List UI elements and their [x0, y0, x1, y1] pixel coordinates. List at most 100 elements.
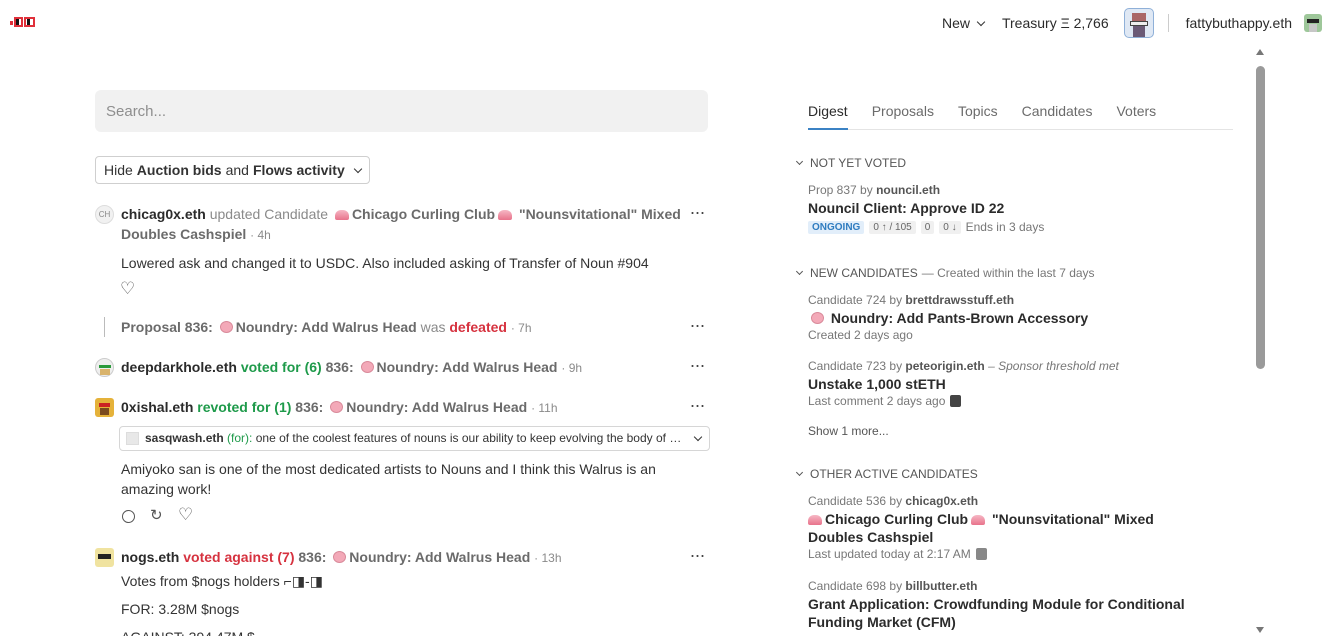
brain-icon — [330, 401, 344, 413]
tab-proposals[interactable]: Proposals — [872, 103, 934, 130]
comment-body: Lowered ask and changed it to USDC. Also… — [121, 255, 649, 271]
hide-activity-filter-button[interactable]: Hide Auction bids and Flows activity — [95, 156, 370, 184]
action-text: updated Candidate — [209, 206, 329, 222]
section-heading: NOT YET VOTED — [810, 156, 907, 170]
comment-body: Amiyoko san is one of the most dedicated… — [121, 461, 656, 497]
author-link[interactable]: brettdrawsstuff.eth — [905, 293, 1014, 307]
candidate-title-link[interactable]: Unstake 1,000 stETH — [808, 375, 1208, 393]
new-menu-button[interactable]: New — [933, 15, 993, 31]
tab-topics[interactable]: Topics — [958, 103, 998, 130]
section-toggle-other-candidates[interactable]: OTHER ACTIVE CANDIDATES — [795, 467, 978, 481]
avatar[interactable] — [95, 358, 114, 377]
candidate-meta: Candidate 723 by peteorigin.eth – Sponso… — [808, 359, 1119, 373]
search-input[interactable] — [95, 90, 708, 132]
author-link[interactable]: billbutter.eth — [905, 579, 977, 593]
tab-candidates[interactable]: Candidates — [1022, 103, 1093, 130]
feed-item-header: chicag0x.eth updated Candidate Chicago C… — [121, 204, 681, 245]
more-options-button[interactable]: ··· — [687, 316, 707, 339]
candidate-sub: Created 2 days ago — [808, 328, 913, 342]
account-avatar — [1304, 14, 1322, 32]
user-link[interactable]: chicag0x.eth — [121, 206, 206, 222]
proposal-link[interactable]: Proposal 836: Noundry: Add Walrus Head — [121, 319, 417, 335]
section-toggle-not-yet-voted[interactable]: NOT YET VOTED — [795, 156, 906, 170]
commenter-avatar[interactable] — [975, 548, 987, 560]
comment-line: AGAINST: 394.47M $ — [121, 627, 681, 636]
treasury-link[interactable]: Treasury Ξ 2,766 — [993, 15, 1118, 31]
like-icon[interactable] — [178, 505, 194, 525]
candidate-meta: Candidate 724 by brettdrawsstuff.eth — [808, 293, 1015, 307]
section-heading: NEW CANDIDATES — [810, 266, 918, 280]
candidate-meta: Candidate 698 by billbutter.eth — [808, 579, 978, 593]
user-link[interactable]: deepdarkhole.eth — [121, 359, 237, 375]
brain-icon — [360, 361, 374, 373]
comment-line: Votes from $nogs holders ⌐◨-◨ — [121, 573, 323, 589]
more-options-button[interactable]: ··· — [687, 546, 707, 569]
comment-line: FOR: 3.28M $nogs — [121, 601, 240, 617]
proposal-link[interactable]: 836: Noundry: Add Walrus Head — [326, 359, 558, 375]
brain-icon — [333, 551, 347, 563]
section-heading: OTHER ACTIVE CANDIDATES — [810, 467, 978, 481]
sponsor-note: – Sponsor threshold met — [988, 359, 1119, 373]
feed-item-header: 0xishal.eth revoted for (1) 836: Noundry… — [121, 397, 681, 418]
proposal-meta: Prop 837 by nouncil.eth — [808, 183, 941, 197]
tab-digest[interactable]: Digest — [808, 103, 848, 130]
avatar[interactable] — [95, 398, 114, 417]
repost-icon[interactable] — [150, 506, 165, 524]
filter-prefix: Hide — [104, 162, 133, 178]
commenter-avatar[interactable] — [950, 395, 962, 407]
proposal-link[interactable]: 836: Noundry: Add Walrus Head — [295, 399, 527, 415]
author-link[interactable]: peteorigin.eth — [905, 359, 984, 373]
account-button[interactable]: fattybuthappy.eth — [1177, 14, 1331, 32]
like-icon[interactable] — [120, 279, 136, 299]
feed-item-header: deepdarkhole.eth voted for (6) 836: Noun… — [121, 357, 681, 378]
nouns-logo-icon[interactable] — [10, 17, 36, 27]
quote-user: sasqwash.eth — [145, 431, 224, 445]
user-link[interactable]: nogs.eth — [121, 549, 179, 565]
candidate-title-link[interactable]: Grant Application: Crowdfunding Module f… — [808, 595, 1208, 631]
section-subheading: — Created within the last 7 days — [921, 266, 1095, 280]
votes-against-pill: 0 ↓ — [939, 220, 961, 234]
feed-item-header: nogs.eth voted against (7) 836: Noundry:… — [121, 547, 681, 568]
filter-option-auction-bids: Auction bids — [136, 162, 222, 178]
new-label: New — [941, 15, 970, 31]
proposal-link[interactable]: 836: Noundry: Add Walrus Head — [298, 549, 530, 565]
proposal-title-link[interactable]: Nouncil Client: Approve ID 22 — [808, 199, 1208, 217]
author-link[interactable]: nouncil.eth — [876, 183, 940, 197]
status-badge: ONGOING — [808, 220, 865, 234]
scroll-up-arrow-icon[interactable] — [1256, 49, 1264, 55]
candidate-meta: Candidate 536 by chicag0x.eth — [808, 494, 979, 508]
candidate-sub: Last updated today at 2:17 AM — [808, 547, 987, 561]
scrollbar-thumb[interactable] — [1256, 66, 1265, 369]
status-defeated: defeated — [449, 319, 507, 335]
user-link[interactable]: 0xishal.eth — [121, 399, 193, 415]
curling-stone-icon — [808, 515, 822, 525]
reply-icon[interactable] — [121, 509, 136, 524]
ends-text: Ends in 3 days — [965, 220, 1045, 234]
author-link[interactable]: chicag0x.eth — [905, 494, 978, 508]
quote-text: one of the coolest features of nouns is … — [255, 431, 685, 445]
scroll-down-arrow-icon[interactable] — [1256, 627, 1264, 633]
show-more-button[interactable]: Show 1 more... — [808, 424, 889, 438]
candidate-title-link[interactable]: Chicago Curling Club "Nounsvitational" M… — [808, 510, 1208, 546]
chevron-down-icon — [353, 164, 362, 173]
noun-avatar-button[interactable] — [1123, 8, 1154, 38]
more-options-button[interactable]: ··· — [687, 356, 707, 379]
candidate-title-link[interactable]: Noundry: Add Pants-Brown Accessory — [808, 309, 1208, 327]
tab-voters[interactable]: Voters — [1116, 103, 1156, 130]
top-bar: New Treasury Ξ 2,766 fattybuthappy.eth — [0, 0, 1343, 46]
avatar[interactable]: CH — [95, 205, 114, 224]
timestamp: · 9h — [561, 361, 583, 375]
quote-vote: (for): — [227, 431, 253, 445]
filter-option-flows: Flows activity — [252, 162, 345, 178]
more-options-button[interactable]: ··· — [687, 396, 707, 419]
chevron-down-icon — [795, 267, 804, 276]
section-toggle-new-candidates[interactable]: NEW CANDIDATES — Created within the last… — [795, 266, 1095, 280]
vote-for: voted for (6) — [240, 359, 322, 375]
more-options-button[interactable]: ··· — [687, 203, 707, 226]
quoted-reason-expander[interactable]: sasqwash.eth (for): one of the coolest f… — [119, 426, 710, 451]
avatar[interactable] — [95, 548, 114, 567]
votes-for-pill: 0 ↑ / 105 — [869, 220, 916, 234]
vote-against: voted against (7) — [183, 549, 295, 565]
chevron-down-icon — [693, 432, 703, 442]
curling-stone-icon — [334, 210, 349, 220]
